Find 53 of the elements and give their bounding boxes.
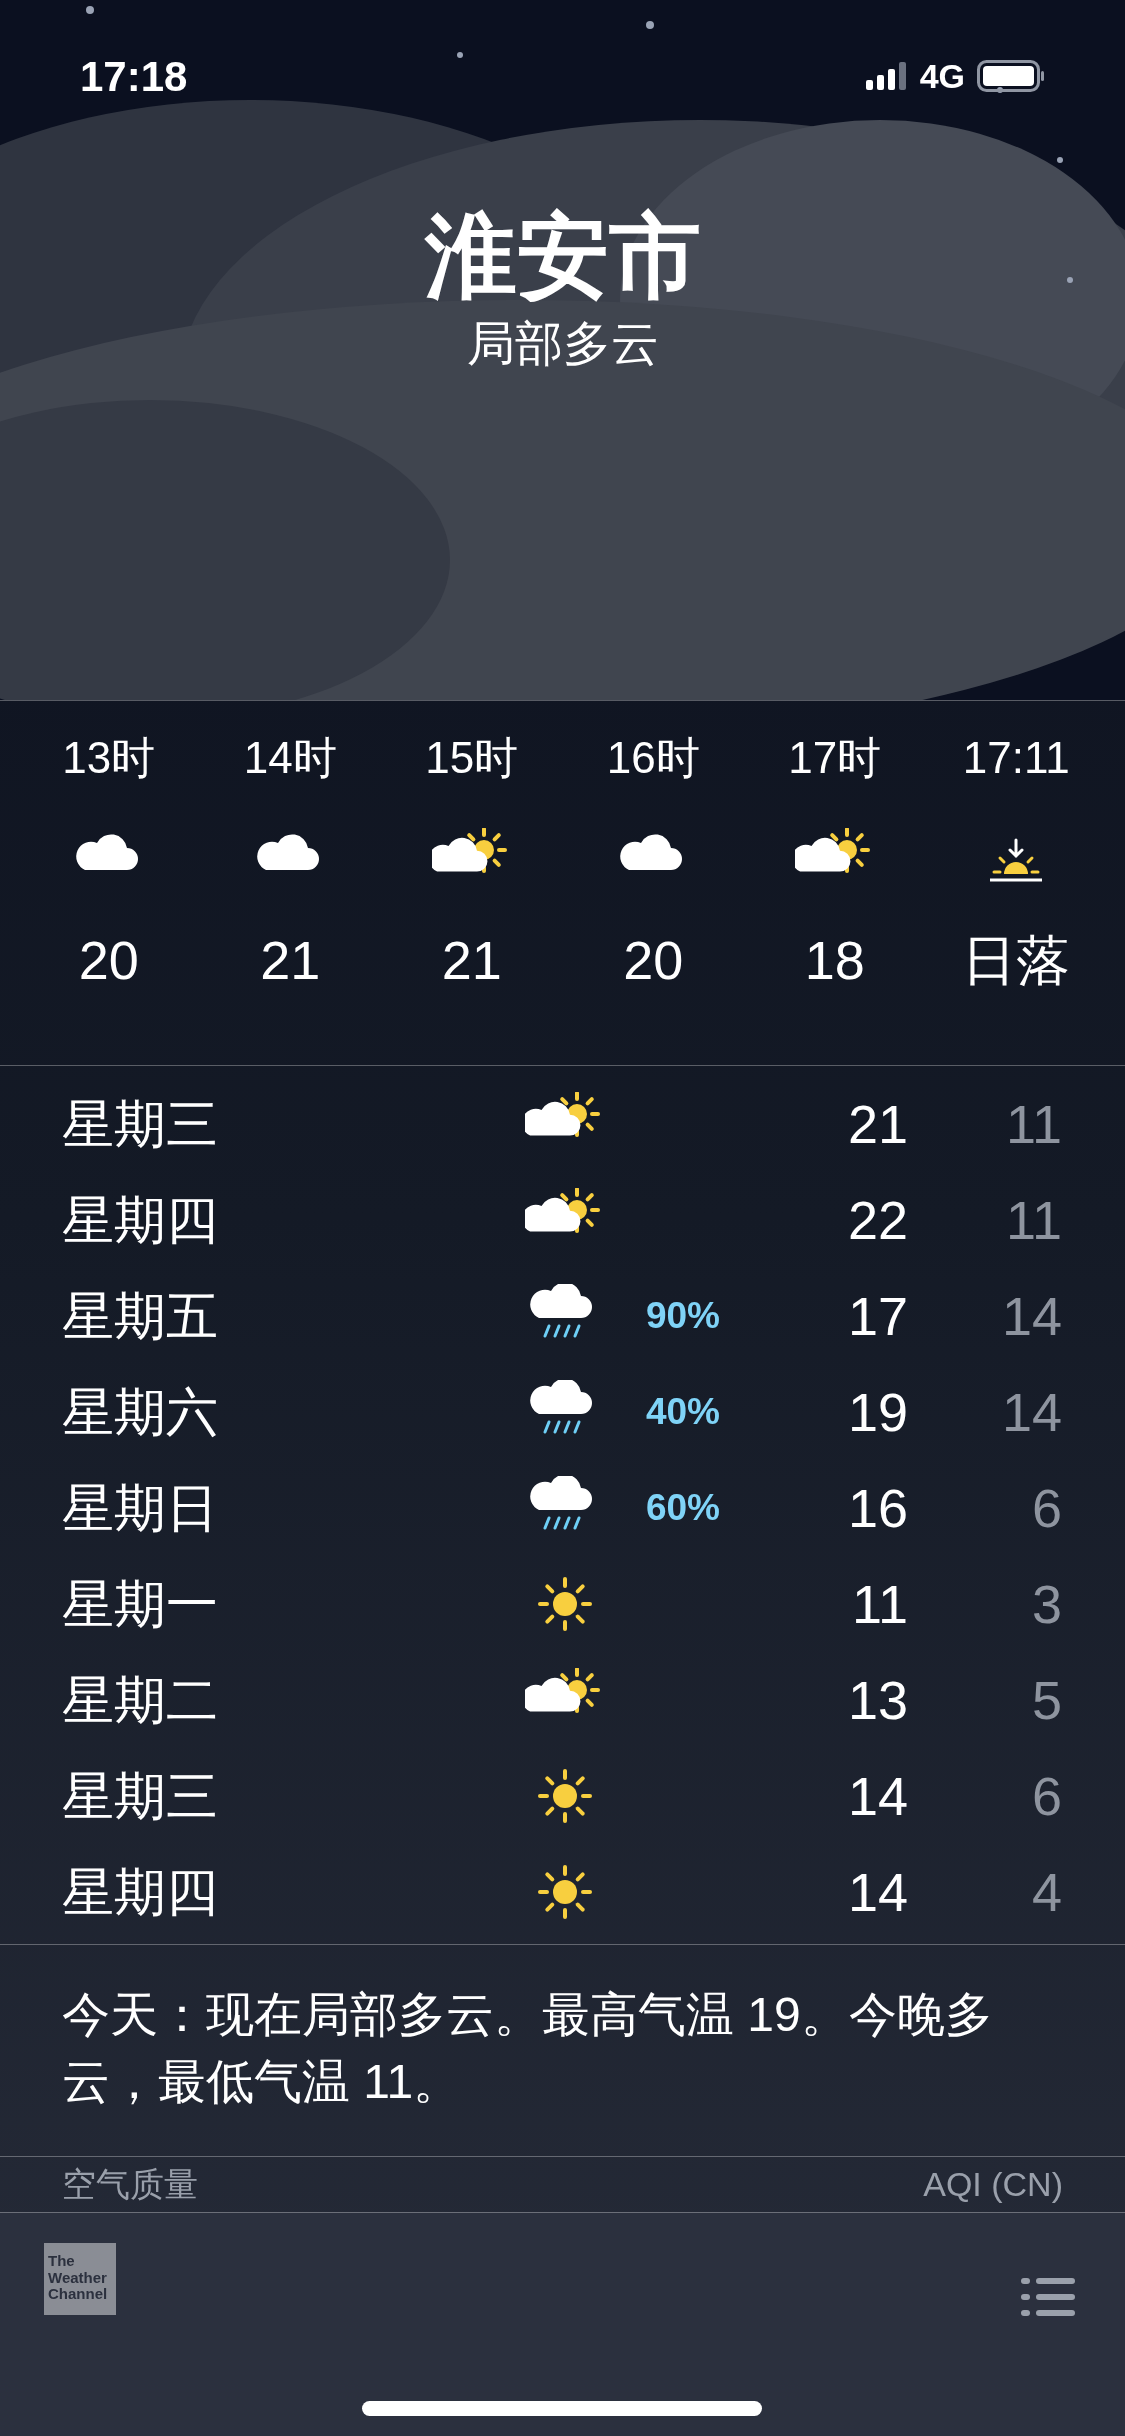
high-temperature: 14 <box>847 1764 908 1828</box>
city-name: 淮安市 <box>424 210 701 302</box>
high-temperature: 17 <box>847 1284 908 1348</box>
weather-channel-logo[interactable]: The Weather Channel <box>44 2243 116 2315</box>
hour-temperature: 21 <box>260 933 321 987</box>
precipitation-chance: 40% <box>645 1390 720 1435</box>
hour-label: 13时 <box>62 736 156 780</box>
day-label: 星期五 <box>62 1286 219 1347</box>
high-temperature: 11 <box>851 1572 908 1636</box>
low-temperature: 6 <box>1031 1476 1062 1540</box>
status-time: 17:18 <box>80 51 188 102</box>
day-label: 星期二 <box>62 1670 219 1731</box>
day-label: 星期六 <box>62 1382 219 1443</box>
hour-temperature: 18 <box>804 933 865 987</box>
day-label: 星期三 <box>62 1766 219 1827</box>
low-temperature: 14 <box>1001 1284 1062 1348</box>
low-temperature: 3 <box>1031 1572 1062 1636</box>
day-label: 星期日 <box>62 1478 219 1539</box>
hour-temperature: 21 <box>441 933 502 987</box>
day-label: 星期四 <box>62 1862 219 1923</box>
high-temperature: 21 <box>847 1092 908 1156</box>
hour-temperature: 日落 <box>962 933 1071 987</box>
low-temperature: 11 <box>1005 1092 1062 1156</box>
forecast-summary: 今天：现在局部多云。最高气温 19。今晚多云，最低气温 11。 <box>62 1987 994 2111</box>
air-quality-label: 空气质量 <box>62 2164 198 2205</box>
hour-temperature: 20 <box>623 933 684 987</box>
hour-temperature: 20 <box>78 933 139 987</box>
hour-label: 15时 <box>425 736 519 780</box>
low-temperature: 6 <box>1031 1764 1062 1828</box>
low-temperature: 5 <box>1031 1668 1062 1732</box>
hour-label: 14时 <box>243 736 337 780</box>
precipitation-chance: 60% <box>645 1486 720 1531</box>
low-temperature: 4 <box>1031 1860 1062 1924</box>
hour-label: 17:11 <box>962 736 1070 780</box>
weather-condition: 局部多云 <box>466 320 659 368</box>
day-label: 星期四 <box>62 1190 219 1251</box>
aqi-scale-label: AQI (CN) <box>923 2164 1063 2205</box>
high-temperature: 19 <box>847 1380 908 1444</box>
network-label: 4G <box>919 55 965 97</box>
precipitation-chance: 90% <box>645 1294 720 1339</box>
high-temperature: 13 <box>847 1668 908 1732</box>
high-temperature: 14 <box>847 1860 908 1924</box>
day-label: 星期一 <box>62 1574 219 1635</box>
hour-label: 16时 <box>606 736 700 780</box>
signal-icon <box>865 62 908 90</box>
high-temperature: 22 <box>847 1188 908 1252</box>
list-icon[interactable] <box>1021 2277 1075 2317</box>
battery-icon <box>977 60 1045 92</box>
hour-label: 17时 <box>788 736 882 780</box>
high-temperature: 16 <box>847 1476 908 1540</box>
low-temperature: 14 <box>1001 1380 1062 1444</box>
day-label: 星期三 <box>62 1094 219 1155</box>
low-temperature: 11 <box>1005 1188 1062 1252</box>
